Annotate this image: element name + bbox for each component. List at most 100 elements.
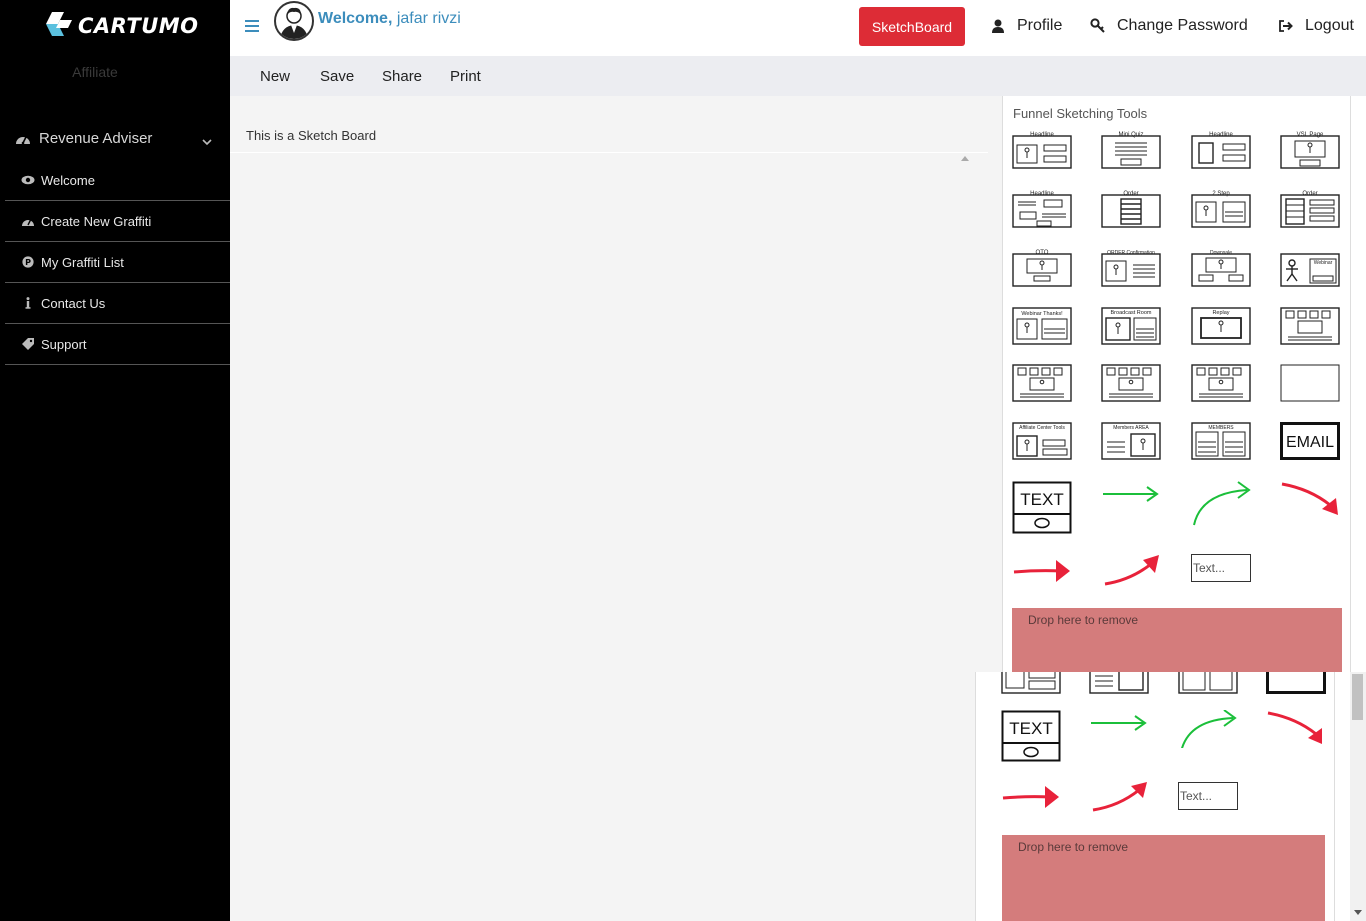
user-name: jafar rivzi xyxy=(392,10,461,27)
sketchboard-button[interactable]: SketchBoard xyxy=(859,7,965,46)
tool-broadcast-room[interactable]: Broadcast Room xyxy=(1101,307,1161,345)
tool-affiliate-center-tools[interactable]: Affiliate Center Tools xyxy=(1012,422,1072,460)
sidebar-item-create-new-graffiti[interactable]: Create New Graffiti xyxy=(5,201,230,242)
profile-link[interactable]: Profile xyxy=(988,17,1062,35)
tools-panel: Funnel Sketching Tools Headline Mini Qui… xyxy=(988,96,1351,672)
tool-green-arrow[interactable] xyxy=(1089,710,1149,748)
tool-2-step[interactable]: 2 Step xyxy=(1191,190,1251,228)
brand-logo[interactable]: CARTUMO xyxy=(44,11,199,41)
chevron-down-icon[interactable] xyxy=(202,133,212,150)
tool-affiliate-center[interactable] xyxy=(1001,672,1061,694)
tool-members[interactable] xyxy=(1178,672,1238,694)
tool-replay[interactable]: Replay xyxy=(1191,307,1251,345)
tool-webinar[interactable]: Webinar xyxy=(1280,249,1340,287)
top-bar: Welcome, jafar rivzi SketchBoard Profile… xyxy=(230,0,1366,56)
tool-caption: Webinar Thanks! xyxy=(1021,311,1063,317)
sidebar-item-welcome[interactable]: Welcome xyxy=(5,160,230,201)
scrollbar-thumb[interactable] xyxy=(1352,674,1363,720)
sidebar-item-contact-us[interactable]: Contact Us xyxy=(5,283,230,324)
tool-members[interactable]: MEMBERS xyxy=(1191,422,1251,460)
tool-mini-quiz[interactable]: Mini Quiz xyxy=(1101,131,1161,169)
save-button[interactable]: Save xyxy=(320,68,354,85)
sidebar-item-support[interactable]: Support xyxy=(5,324,230,365)
tool-members-area[interactable] xyxy=(1089,672,1149,694)
logout-link[interactable]: Logout xyxy=(1276,17,1354,35)
tool-members-grid[interactable] xyxy=(1280,307,1340,345)
tool-caption: ORDER Confirmation xyxy=(1107,250,1155,256)
tool-green-curved-arrow[interactable] xyxy=(1178,710,1238,748)
board-scrollbar[interactable] xyxy=(958,156,972,921)
sketch-board[interactable]: This is a Sketch Board xyxy=(230,96,988,921)
tool-red-up-arrow[interactable] xyxy=(1089,778,1149,816)
tool-red-arrow[interactable] xyxy=(1012,552,1072,590)
change-password-link[interactable]: Change Password xyxy=(1088,17,1248,35)
dashboard-icon xyxy=(15,131,33,145)
print-button[interactable]: Print xyxy=(450,68,481,85)
tool-video-grid-2[interactable] xyxy=(1101,364,1161,402)
board-divider xyxy=(230,152,988,153)
sidebar-group-revenue-advizer[interactable]: Revenue Adviser xyxy=(5,122,230,154)
tool-email[interactable]: EMAIL xyxy=(1280,422,1340,460)
tool-order[interactable]: Order xyxy=(1101,190,1161,228)
tool-headline-sales[interactable]: Headline xyxy=(1012,190,1072,228)
drop-zone-remove[interactable]: Drop here to remove xyxy=(1002,835,1325,921)
tool-video-grid-3[interactable] xyxy=(1191,364,1251,402)
tool-red-curved-arrow[interactable] xyxy=(1280,481,1340,519)
tool-caption: Headline xyxy=(1030,132,1054,138)
tool-members-area[interactable]: Members AREA xyxy=(1101,422,1161,460)
sidebar-group-label: Revenue Adviser xyxy=(39,129,153,147)
sign-out-icon xyxy=(1276,20,1296,32)
tool-green-arrow[interactable] xyxy=(1101,481,1161,519)
tool-caption: Headline xyxy=(1030,191,1054,197)
sidebar-item-my-graffiti-list[interactable]: P My Graffiti List xyxy=(5,242,230,283)
scroll-down-arrow-icon[interactable] xyxy=(1354,910,1362,915)
tool-text-block[interactable]: TEXT xyxy=(1001,710,1061,762)
tools-panel-body: Funnel Sketching Tools Headline Mini Qui… xyxy=(1002,96,1351,672)
board-title: This is a Sketch Board xyxy=(246,128,377,143)
tool-video-grid-1[interactable] xyxy=(1012,364,1072,402)
brand-subtitle: Affiliate xyxy=(72,64,118,80)
tool-email[interactable] xyxy=(1266,672,1326,694)
tool-caption: Mini Quiz xyxy=(1118,132,1143,138)
share-button[interactable]: Share xyxy=(382,68,422,85)
tool-caption: OTO xyxy=(1036,250,1049,256)
tool-order-bump[interactable]: Order xyxy=(1280,190,1340,228)
tool-text-block[interactable]: TEXT xyxy=(1012,481,1072,534)
sidebar-item-label: Create New Graffiti xyxy=(41,213,152,229)
brand-name: CARTUMO xyxy=(78,14,199,38)
tool-green-curved-arrow[interactable] xyxy=(1191,481,1251,529)
drop-zone-remove[interactable]: Drop here to remove xyxy=(1012,608,1342,672)
tool-downsale[interactable]: Downsale xyxy=(1191,249,1251,287)
tool-red-curved-arrow[interactable] xyxy=(1266,710,1326,748)
tool-webinar-thanks[interactable]: Webinar Thanks! xyxy=(1012,307,1072,345)
tool-blank-box[interactable] xyxy=(1280,364,1340,402)
new-button[interactable]: New xyxy=(260,68,290,85)
tool-red-arrow[interactable] xyxy=(1001,778,1061,816)
tool-vsl-page[interactable]: VSL Page xyxy=(1280,131,1340,169)
text-tool-input[interactable]: Text... xyxy=(1191,554,1251,582)
page-scrollbar[interactable] xyxy=(1350,672,1366,921)
tool-order-confirmation[interactable]: ORDER Confirmation xyxy=(1101,249,1161,287)
text-tool-label: TEXT xyxy=(1009,719,1052,738)
tool-caption: Downsale xyxy=(1210,250,1232,256)
tool-oto[interactable]: OTO xyxy=(1012,249,1072,287)
user-icon xyxy=(988,19,1008,33)
tool-caption: VSL Page xyxy=(1297,132,1324,138)
user-avatar[interactable] xyxy=(274,1,314,41)
tool-red-up-arrow[interactable] xyxy=(1101,552,1161,590)
tool-headline-ebook[interactable]: Headline xyxy=(1191,131,1251,169)
sketch-toolbar: New Save Share Print xyxy=(230,56,1366,96)
text-tool-input[interactable]: Text... xyxy=(1178,782,1238,810)
tool-caption: 2 Step xyxy=(1212,191,1230,197)
welcome-prefix: Welcome, xyxy=(318,10,393,27)
tool-caption: Headline xyxy=(1209,132,1233,138)
welcome-text: Welcome, jafar rivzi xyxy=(318,10,461,28)
profile-label: Profile xyxy=(1017,17,1063,34)
sidebar: CARTUMO Affiliate Revenue Adviser Welcom… xyxy=(0,0,230,921)
text-tool-label: TEXT xyxy=(1020,490,1063,509)
svg-text:P: P xyxy=(25,258,31,267)
tool-caption: MEMBERS xyxy=(1208,425,1234,431)
tool-caption: Webinar xyxy=(1314,260,1333,266)
tool-headline-optin[interactable]: Headline xyxy=(1012,131,1072,169)
hamburger-menu-icon[interactable] xyxy=(245,20,259,32)
